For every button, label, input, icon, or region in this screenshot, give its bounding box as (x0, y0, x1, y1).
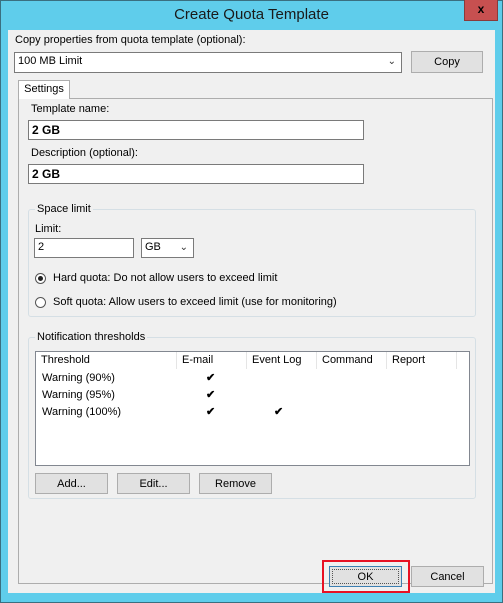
threshold-cell: Warning (95%) (42, 389, 115, 401)
column-header-threshold[interactable]: Threshold (36, 352, 177, 369)
chevron-down-icon: ⌄ (179, 242, 188, 253)
threshold-row[interactable]: Warning (100%) ✔ ✔ (36, 404, 469, 421)
description-input[interactable]: 2 GB (28, 164, 364, 184)
ok-button[interactable]: OK (329, 566, 402, 587)
limit-label: Limit: (35, 223, 62, 235)
limit-input[interactable]: 2 (34, 238, 134, 258)
email-check-icon: ✔ (206, 389, 216, 401)
space-limit-title: Space limit (35, 203, 93, 215)
template-name-label: Template name: (31, 103, 110, 115)
threshold-row[interactable]: Warning (95%) ✔ (36, 387, 469, 404)
event-log-check-icon: ✔ (274, 406, 284, 418)
threshold-cell: Warning (90%) (42, 372, 115, 384)
cancel-button[interactable]: Cancel (411, 566, 484, 587)
copy-from-label: Copy properties from quota template (opt… (15, 34, 246, 46)
copy-from-value: 100 MB Limit (18, 55, 83, 67)
thresholds-list[interactable]: Threshold E-mail Event Log Command Repor… (35, 351, 470, 466)
copy-from-dropdown[interactable]: 100 MB Limit ⌄ (14, 52, 402, 73)
soft-quota-radio[interactable] (35, 297, 46, 308)
column-header-report[interactable]: Report (387, 352, 457, 369)
copy-button[interactable]: Copy (411, 51, 483, 73)
description-label: Description (optional): (31, 147, 138, 159)
threshold-row[interactable]: Warning (90%) ✔ (36, 370, 469, 387)
template-name-input[interactable]: 2 GB (28, 120, 364, 140)
chevron-down-icon: ⌄ (387, 56, 396, 67)
window-title: Create Quota Template (174, 6, 329, 23)
column-header-event-log[interactable]: Event Log (247, 352, 317, 369)
hard-quota-radio[interactable] (35, 273, 46, 284)
close-button[interactable]: x (464, 0, 498, 21)
email-check-icon: ✔ (206, 406, 216, 418)
dialog-client-area: Copy properties from quota template (opt… (8, 30, 495, 593)
notification-thresholds-title: Notification thresholds (35, 331, 148, 343)
hard-quota-label[interactable]: Hard quota: Do not allow users to exceed… (53, 272, 277, 284)
edit-threshold-button[interactable]: Edit... (117, 473, 190, 494)
threshold-cell: Warning (100%) (42, 406, 122, 418)
tab-settings[interactable]: Settings (18, 80, 70, 99)
unit-dropdown[interactable]: GB ⌄ (141, 238, 194, 258)
column-header-command[interactable]: Command (317, 352, 387, 369)
column-header-email[interactable]: E-mail (177, 352, 247, 369)
soft-quota-label[interactable]: Soft quota: Allow users to exceed limit … (53, 296, 337, 308)
close-icon: x (477, 2, 485, 16)
unit-value: GB (145, 241, 161, 253)
tab-settings-label: Settings (24, 83, 64, 95)
remove-threshold-button[interactable]: Remove (199, 473, 272, 494)
add-threshold-button[interactable]: Add... (35, 473, 108, 494)
email-check-icon: ✔ (206, 372, 216, 384)
